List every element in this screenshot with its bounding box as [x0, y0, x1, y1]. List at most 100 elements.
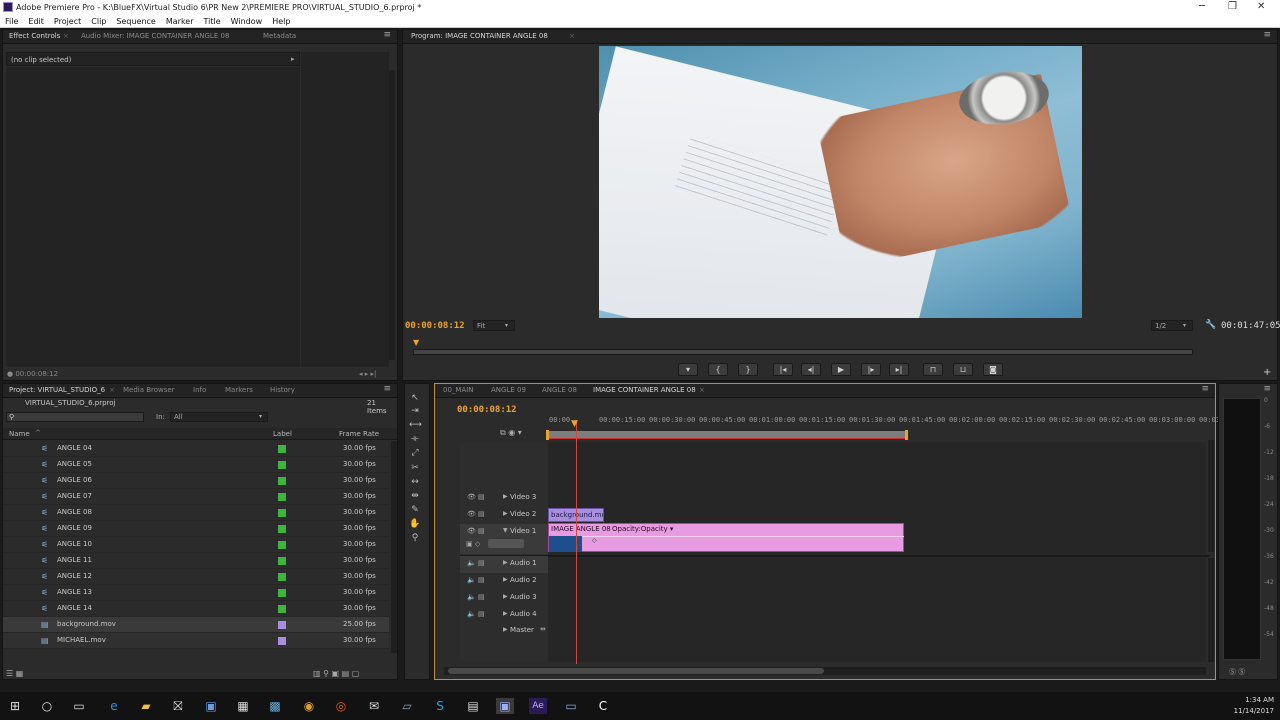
add-button-icon[interactable]: +: [1263, 367, 1271, 378]
col-frame-rate[interactable]: Frame Rate: [339, 430, 379, 438]
edge-browser-icon[interactable]: e: [105, 698, 123, 714]
search-icon[interactable]: ○: [38, 698, 56, 714]
playhead-marker-icon[interactable]: ▼: [571, 419, 578, 429]
mark-in-button[interactable]: {: [708, 363, 728, 376]
timeline-scrollbar[interactable]: [444, 667, 1206, 675]
work-area-start-handle[interactable]: [546, 430, 549, 440]
resolution-select[interactable]: 1/2 ▾: [1151, 320, 1193, 331]
label-swatch[interactable]: [278, 637, 286, 645]
playhead-line[interactable]: [576, 420, 577, 664]
export-frame-button[interactable]: ◙: [983, 363, 1003, 376]
tab-image-container[interactable]: IMAGE CONTAINER ANGLE 08: [593, 386, 696, 394]
project-bottom-tools[interactable]: ▥ ⚲ ▣ ▤ ▢: [313, 669, 359, 678]
scrollbar[interactable]: [1208, 440, 1214, 552]
expand-icon[interactable]: ▶: [503, 510, 508, 517]
panel-menu-icon[interactable]: ≡: [1201, 384, 1209, 394]
keyframe-nav[interactable]: [488, 539, 524, 548]
menu-window[interactable]: Window: [226, 15, 268, 26]
panel-menu-icon[interactable]: ≡: [1263, 384, 1271, 394]
go-to-in-button[interactable]: |◂: [773, 363, 793, 376]
menu-file[interactable]: File: [0, 15, 23, 26]
expand-icon[interactable]: ▶: [503, 576, 508, 583]
panel-menu-icon[interactable]: ≡: [383, 384, 391, 394]
opacity-dropdown[interactable]: Opacity:Opacity ▾: [612, 525, 673, 533]
hand-tool-icon[interactable]: ✋: [409, 519, 421, 531]
label-swatch[interactable]: [278, 525, 286, 533]
skype-icon[interactable]: S: [431, 698, 449, 714]
panel-menu-icon[interactable]: ≡: [383, 30, 391, 40]
tab-effect-controls[interactable]: Effect Controls: [9, 32, 60, 40]
tab-project[interactable]: Project: VIRTUAL_STUDIO_6: [9, 386, 105, 394]
speaker-icon[interactable]: 🔈: [467, 593, 476, 601]
go-to-out-button[interactable]: ▸|: [889, 363, 909, 376]
label-swatch[interactable]: [278, 477, 286, 485]
snap-icon[interactable]: ⧉ ◉ ▾: [500, 428, 522, 438]
menu-help[interactable]: Help: [267, 15, 295, 26]
playhead-marker-icon[interactable]: ▼: [413, 338, 419, 347]
store-icon[interactable]: ⛝: [169, 698, 187, 714]
tab-angle-08[interactable]: ANGLE 08: [542, 386, 577, 394]
close-icon[interactable]: ×: [109, 386, 115, 394]
list-item[interactable]: ▤ MICHAEL.mov 30.00 fps: [3, 633, 389, 649]
rate-stretch-tool-icon[interactable]: ⤢: [409, 448, 421, 460]
tab-info[interactable]: Info: [193, 386, 206, 394]
pen-tool-icon[interactable]: ✎: [409, 505, 421, 517]
tab-markers[interactable]: Markers: [225, 386, 253, 394]
list-item[interactable]: ⚟ ANGLE 10 30.00 fps: [3, 537, 389, 553]
after-effects-icon[interactable]: Ae: [529, 698, 547, 714]
master-link-icon[interactable]: ⇹: [540, 625, 546, 633]
program-scrubber[interactable]: [413, 349, 1193, 355]
lift-button[interactable]: ⊓: [923, 363, 943, 376]
close-button[interactable]: ✕: [1257, 1, 1265, 12]
scrollbar[interactable]: [389, 70, 395, 360]
label-swatch[interactable]: [278, 573, 286, 581]
list-item[interactable]: ⚟ ANGLE 11 30.00 fps: [3, 553, 389, 569]
scrollbar[interactable]: [1208, 558, 1214, 662]
film-icon[interactable]: ▤: [478, 576, 485, 584]
windows-start-icon[interactable]: ⊞: [6, 698, 24, 714]
zoom-tool-icon[interactable]: ⚲: [409, 533, 421, 545]
work-area-bar[interactable]: [548, 431, 906, 439]
eye-icon[interactable]: 👁: [467, 510, 476, 518]
list-item[interactable]: ⚟ ANGLE 07 30.00 fps: [3, 489, 389, 505]
expand-icon[interactable]: ▶: [503, 559, 508, 566]
minimize-button[interactable]: ─: [1199, 1, 1205, 12]
eye-icon[interactable]: 👁: [467, 527, 476, 535]
film-icon[interactable]: ▤: [478, 493, 485, 501]
keyframe-icon[interactable]: ▣ ◇: [466, 540, 480, 548]
menu-title[interactable]: Title: [199, 15, 226, 26]
close-icon[interactable]: ×: [63, 32, 69, 40]
speaker-icon[interactable]: 🔈: [467, 576, 476, 584]
col-label[interactable]: Label: [273, 430, 292, 438]
premiere-taskbar-icon[interactable]: ▣: [496, 698, 514, 714]
list-item[interactable]: ⚟ ANGLE 05 30.00 fps: [3, 457, 389, 473]
list-item[interactable]: ⚟ ANGLE 06 30.00 fps: [3, 473, 389, 489]
track-audio-3[interactable]: 🔈 ▤ ▶ Audio 3: [460, 590, 548, 607]
taskbar-time[interactable]: 1:34 AM: [1228, 696, 1274, 704]
expand-icon[interactable]: ▶: [503, 610, 508, 617]
play-triangle-icon[interactable]: ▸: [291, 55, 295, 63]
scrollbar[interactable]: [391, 441, 397, 653]
label-swatch[interactable]: [278, 605, 286, 613]
extract-button[interactable]: ⊔: [953, 363, 973, 376]
slide-tool-icon[interactable]: ⇹: [409, 491, 421, 503]
track-video-3[interactable]: 👁 ▤ ▶ Video 3: [460, 490, 548, 507]
film-icon[interactable]: ▤: [478, 593, 485, 601]
step-back-button[interactable]: ◂|: [801, 363, 821, 376]
list-item[interactable]: ⚟ ANGLE 09 30.00 fps: [3, 521, 389, 537]
camtasia-icon[interactable]: C: [594, 698, 612, 714]
list-item[interactable]: ⚟ ANGLE 08 30.00 fps: [3, 505, 389, 521]
label-swatch[interactable]: [278, 557, 286, 565]
speaker-icon[interactable]: 🔈: [467, 559, 476, 567]
track-audio-1[interactable]: 🔈 ▤ ▶ Audio 1: [460, 556, 548, 573]
step-forward-button[interactable]: |▸: [861, 363, 881, 376]
expand-icon[interactable]: ▶: [503, 626, 508, 633]
chrome-icon[interactable]: ◉: [300, 698, 318, 714]
label-swatch[interactable]: [278, 509, 286, 517]
track-video-2[interactable]: 👁 ▤ ▶ Video 2: [460, 507, 548, 524]
list-view-icon[interactable]: ☰ ▦: [6, 669, 23, 678]
wrench-icon[interactable]: 🔧: [1205, 320, 1216, 330]
label-swatch[interactable]: [278, 445, 286, 453]
task-view-icon[interactable]: ▭: [70, 698, 88, 714]
slip-tool-icon[interactable]: ↔: [409, 477, 421, 489]
